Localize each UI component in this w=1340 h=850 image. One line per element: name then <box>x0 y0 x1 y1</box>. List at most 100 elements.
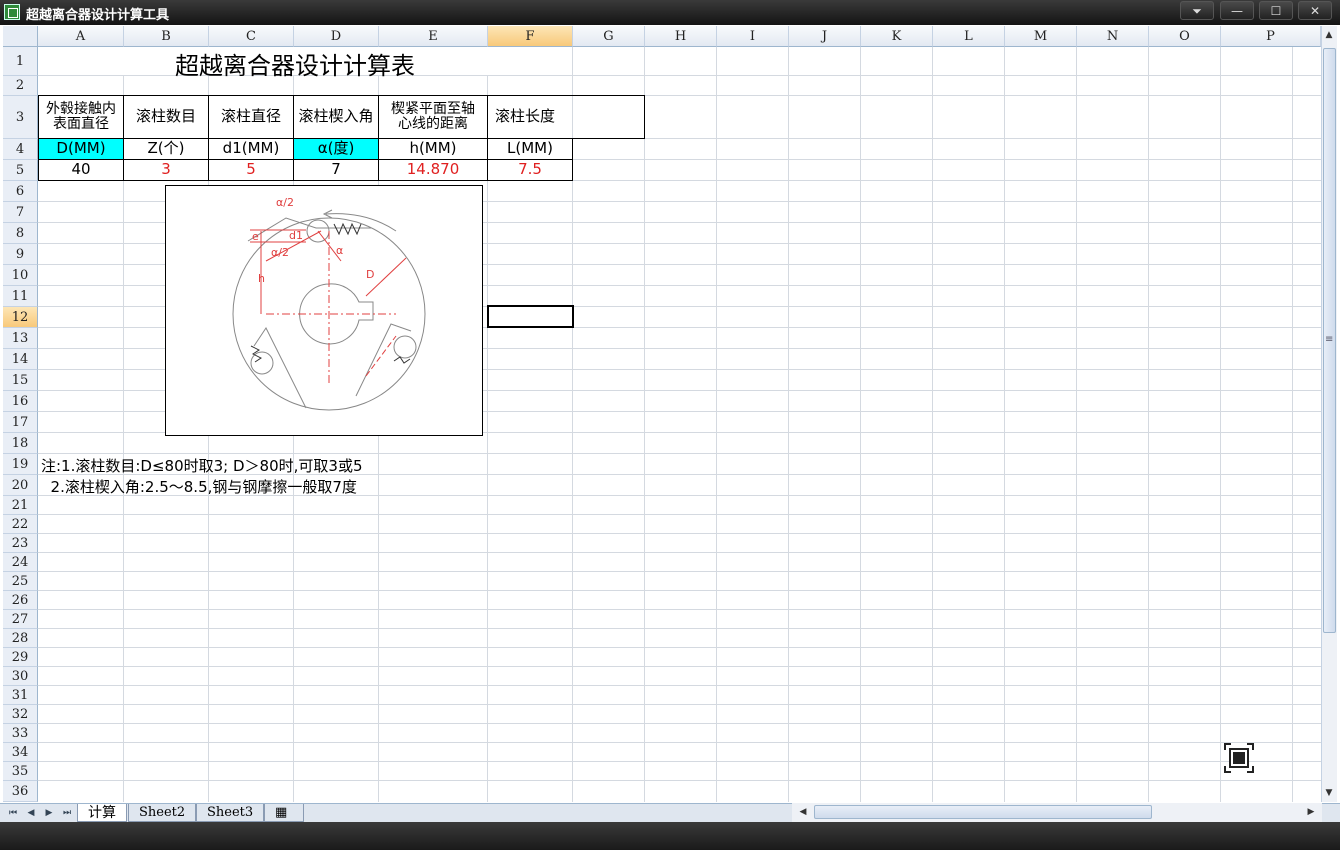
row-header-14[interactable]: 14 <box>3 349 38 370</box>
unit-h[interactable]: h(MM) <box>378 138 488 160</box>
row-header-16[interactable]: 16 <box>3 391 38 412</box>
header-outer-diameter[interactable]: 外毂接触内表面直径 <box>38 95 124 139</box>
col-header-h[interactable]: H <box>645 26 717 47</box>
insert-sheet-tab[interactable]: ▦ <box>264 804 304 822</box>
col-header-o[interactable]: O <box>1149 26 1221 47</box>
unit-l[interactable]: L(MM) <box>487 138 573 160</box>
scroll-down-arrow-icon[interactable]: ▼ <box>1322 786 1336 800</box>
row-header-11[interactable]: 11 <box>3 286 38 307</box>
result-l[interactable]: 7.5 <box>487 159 573 181</box>
row-header-5[interactable]: 5 <box>3 160 38 181</box>
selected-cell-f12[interactable] <box>487 305 574 328</box>
first-sheet-arrow-icon[interactable]: ⏮ <box>6 806 20 820</box>
col-header-p[interactable]: P <box>1221 26 1321 47</box>
row-header-23[interactable]: 23 <box>3 534 38 553</box>
row-header-30[interactable]: 30 <box>3 667 38 686</box>
col-header-a[interactable]: A <box>38 26 124 47</box>
unit-alpha[interactable]: α(度) <box>293 138 379 160</box>
result-z[interactable]: 3 <box>123 159 209 181</box>
row-header-22[interactable]: 22 <box>3 515 38 534</box>
horizontal-scrollbar[interactable]: ◀ ▶ <box>792 803 1322 822</box>
row-header-13[interactable]: 13 <box>3 328 38 349</box>
row-header-20[interactable]: 20 <box>3 475 38 496</box>
ribbon-toggle-button[interactable]: ⏷ <box>1180 1 1214 20</box>
row-header-21[interactable]: 21 <box>3 496 38 515</box>
scroll-left-arrow-icon[interactable]: ◀ <box>796 805 810 819</box>
vertical-scroll-thumb[interactable] <box>1323 48 1336 633</box>
col-header-n[interactable]: N <box>1077 26 1149 47</box>
header-roller-length[interactable]: 滚柱长度 <box>487 95 645 139</box>
input-d[interactable]: 40 <box>38 159 124 181</box>
header-roller-count[interactable]: 滚柱数目 <box>123 95 209 139</box>
col-header-b[interactable]: B <box>124 26 209 47</box>
row-header-6[interactable]: 6 <box>3 181 38 202</box>
row-header-18[interactable]: 18 <box>3 433 38 454</box>
row-header-7[interactable]: 7 <box>3 202 38 223</box>
tab-sheet3[interactable]: Sheet3 <box>196 804 265 822</box>
col-header-j[interactable]: J <box>789 26 861 47</box>
unit-d1[interactable]: d1(MM) <box>208 138 294 160</box>
row-header-12[interactable]: 12 <box>3 307 38 328</box>
close-button[interactable]: ✕ <box>1298 1 1332 20</box>
clutch-diagram-image[interactable]: α/2 α/2 α d1 h D e <box>165 185 483 436</box>
note-line-1[interactable]: 注:1.滚柱数目:D≤80时取3; D＞80时,可取3或5 <box>41 455 362 476</box>
col-header-k[interactable]: K <box>861 26 933 47</box>
col-header-d[interactable]: D <box>294 26 379 47</box>
col-header-f[interactable]: F <box>488 26 573 47</box>
col-header-e[interactable]: E <box>379 26 488 47</box>
row-header-10[interactable]: 10 <box>3 265 38 286</box>
row-header-15[interactable]: 15 <box>3 370 38 391</box>
scroll-right-arrow-icon[interactable]: ▶ <box>1304 805 1318 819</box>
row-header-32[interactable]: 32 <box>3 705 38 724</box>
col-header-m[interactable]: M <box>1005 26 1077 47</box>
row-header-8[interactable]: 8 <box>3 223 38 244</box>
row-header-9[interactable]: 9 <box>3 244 38 265</box>
row-header-29[interactable]: 29 <box>3 648 38 667</box>
roller-right <box>393 335 417 359</box>
header-wedge-angle[interactable]: 滚柱楔入角 <box>293 95 379 139</box>
header-roller-diameter[interactable]: 滚柱直径 <box>208 95 294 139</box>
wedge-slot-right <box>355 323 412 397</box>
row-header-28[interactable]: 28 <box>3 629 38 648</box>
col-header-c[interactable]: C <box>209 26 294 47</box>
tab-calc[interactable]: 计算 <box>77 804 127 822</box>
col-header-l[interactable]: L <box>933 26 1005 47</box>
note-line-2[interactable]: 2.滚柱楔入角:2.5～8.5,钢与钢摩擦一般取7度 <box>41 476 357 497</box>
screenshot-frame-icon[interactable] <box>1223 742 1255 774</box>
horizontal-scroll-thumb[interactable] <box>814 805 1152 819</box>
input-alpha[interactable]: 7 <box>293 159 379 181</box>
unit-z[interactable]: Z(个) <box>123 138 209 160</box>
row-header-4[interactable]: 4 <box>3 139 38 160</box>
minimize-button[interactable]: — <box>1220 1 1254 20</box>
header-distance-h[interactable]: 楔紧平面至轴心线的距离 <box>378 95 488 139</box>
col-header-g[interactable]: G <box>573 26 645 47</box>
row-header-33[interactable]: 33 <box>3 724 38 743</box>
row-header-17[interactable]: 17 <box>3 412 38 433</box>
row-header-34[interactable]: 34 <box>3 743 38 762</box>
row-header-2[interactable]: 2 <box>3 76 38 96</box>
row-header-1[interactable]: 1 <box>3 47 38 76</box>
row-header-35[interactable]: 35 <box>3 762 38 781</box>
row-header-19[interactable]: 19 <box>3 454 38 475</box>
next-sheet-arrow-icon[interactable]: ▶ <box>42 806 56 820</box>
select-all-corner[interactable] <box>3 26 38 47</box>
row-header-25[interactable]: 25 <box>3 572 38 591</box>
row-header-27[interactable]: 27 <box>3 610 38 629</box>
row-header-36[interactable]: 36 <box>3 781 38 802</box>
maximize-button[interactable]: ☐ <box>1259 1 1293 20</box>
scroll-up-arrow-icon[interactable]: ▲ <box>1322 28 1336 42</box>
row-header-3[interactable]: 3 <box>3 96 38 139</box>
last-sheet-arrow-icon[interactable]: ⏭ <box>60 806 74 820</box>
row-header-24[interactable]: 24 <box>3 553 38 572</box>
unit-d[interactable]: D(MM) <box>38 138 124 160</box>
result-d1[interactable]: 5 <box>208 159 294 181</box>
row-header-26[interactable]: 26 <box>3 591 38 610</box>
vertical-scrollbar[interactable]: ▲ ▼ <box>1321 26 1337 802</box>
result-h[interactable]: 14.870 <box>378 159 488 181</box>
col-header-i[interactable]: I <box>717 26 789 47</box>
sheet-title[interactable]: 超越离合器设计计算表 <box>175 46 415 81</box>
excel-app-icon[interactable] <box>4 4 20 20</box>
tab-sheet2[interactable]: Sheet2 <box>128 804 197 822</box>
row-header-31[interactable]: 31 <box>3 686 38 705</box>
prev-sheet-arrow-icon[interactable]: ◀ <box>24 806 38 820</box>
